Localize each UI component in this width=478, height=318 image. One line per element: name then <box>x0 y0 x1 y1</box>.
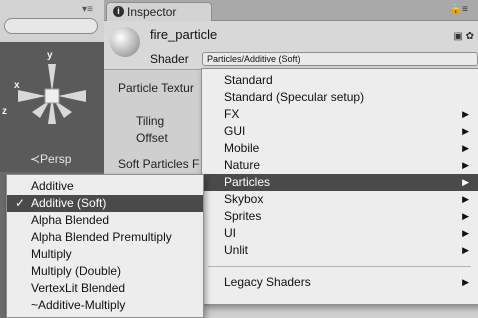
submenu-item-label: ~Additive-Multiply <box>31 298 126 312</box>
submenu-arrow-icon: ▶ <box>462 211 469 221</box>
submenu-arrow-icon: ▶ <box>462 109 469 119</box>
submenu-arrow-icon: ▶ <box>462 160 469 170</box>
scene-search-input[interactable] <box>4 18 98 34</box>
submenu-item-alpha-blended-premultiply[interactable]: Alpha Blended Premultiply <box>7 229 203 246</box>
submenu-arrow-icon: ▶ <box>462 177 469 187</box>
menu-item-nature[interactable]: Nature ▶ <box>202 157 478 174</box>
submenu-item-additive-soft[interactable]: ✓ Additive (Soft) <box>7 195 203 212</box>
submenu-arrow-icon: ▶ <box>462 126 469 136</box>
prop-tiling: Tiling <box>136 114 165 128</box>
menu-item-label: Standard (Specular setup) <box>224 90 365 104</box>
menu-item-label: FX <box>224 107 240 121</box>
menu-item-mobile[interactable]: Mobile ▶ <box>202 140 478 157</box>
menu-item-label: Particles <box>224 175 271 189</box>
particles-submenu: Additive ✓ Additive (Soft) Alpha Blended… <box>6 174 204 318</box>
menu-item-label: UI <box>224 226 236 240</box>
menu-item-unlit[interactable]: Unlit ▶ <box>202 242 478 259</box>
menu-item-standard-specular[interactable]: Standard (Specular setup) <box>202 89 478 106</box>
checkmark-icon: ✓ <box>15 196 26 210</box>
material-preview-icon <box>110 27 140 57</box>
submenu-item-multiply[interactable]: Multiply <box>7 246 203 263</box>
scene-gizmo-area[interactable]: y x z ≺Persp <box>0 42 104 172</box>
submenu-item-label: Multiply <box>31 247 72 261</box>
inspector-tab-bar: i Inspector 🔒≡ <box>104 0 478 21</box>
menu-item-label: Sprites <box>224 209 262 223</box>
submenu-item-label: Alpha Blended Premultiply <box>31 230 172 244</box>
gizmo-axis-z: z <box>2 106 7 117</box>
material-settings-icon[interactable]: ▣ ✿ <box>453 31 474 42</box>
gizmo-axis-y: y <box>47 50 53 61</box>
menu-item-label: Skybox <box>224 192 264 206</box>
scene-toolbar: ▾≡ <box>0 0 104 43</box>
prop-offset: Offset <box>136 131 168 145</box>
shader-label: Shader <box>150 52 189 66</box>
submenu-item-multiply-double[interactable]: Multiply (Double) <box>7 263 203 280</box>
shader-menu: Standard Standard (Specular setup) FX ▶ … <box>201 68 478 305</box>
submenu-item-label: Additive (Soft) <box>31 196 107 210</box>
submenu-item-label: VertexLit Blended <box>31 281 126 295</box>
submenu-item-vertexlit-blended[interactable]: VertexLit Blended <box>7 280 203 297</box>
info-icon: i <box>113 6 124 17</box>
submenu-item-label: Alpha Blended <box>31 213 110 227</box>
prop-particle-texture: Particle Textur <box>118 81 194 95</box>
submenu-arrow-icon: ▶ <box>462 228 469 238</box>
menu-item-particles[interactable]: Particles ▶ <box>202 174 478 191</box>
menu-item-fx[interactable]: FX ▶ <box>202 106 478 123</box>
gizmo-axis-x: x <box>14 80 20 91</box>
submenu-item-label: Additive <box>31 179 74 193</box>
menu-item-legacy-shaders[interactable]: Legacy Shaders ▶ <box>202 274 478 291</box>
menu-item-label: Unlit <box>224 243 249 257</box>
menu-item-label: GUI <box>224 124 246 138</box>
submenu-arrow-icon: ▶ <box>462 143 469 153</box>
menu-item-label: Legacy Shaders <box>224 275 311 289</box>
submenu-item-additive-multiply[interactable]: ~Additive-Multiply <box>7 297 203 314</box>
submenu-item-additive[interactable]: Additive <box>7 178 203 195</box>
menu-separator <box>208 266 471 267</box>
projection-label[interactable]: ≺Persp <box>30 152 71 166</box>
material-header: fire_particle Shader Particles/Additive … <box>104 21 478 70</box>
shader-dropdown[interactable]: Particles/Additive (Soft) <box>202 52 478 66</box>
menu-item-standard[interactable]: Standard <box>202 72 478 89</box>
submenu-item-alpha-blended[interactable]: Alpha Blended <box>7 212 203 229</box>
lock-icon[interactable]: 🔒≡ <box>450 4 468 15</box>
prop-soft-particles: Soft Particles F <box>118 157 200 171</box>
submenu-arrow-icon: ▶ <box>462 245 469 255</box>
submenu-item-label: Multiply (Double) <box>31 264 122 278</box>
menu-item-label: Standard <box>224 73 273 87</box>
submenu-arrow-icon: ▶ <box>462 194 469 204</box>
menu-item-label: Mobile <box>224 141 260 155</box>
tab-inspector-label: Inspector <box>127 5 177 19</box>
menu-item-sprites[interactable]: Sprites ▶ <box>202 208 478 225</box>
material-name: fire_particle <box>150 27 218 42</box>
submenu-arrow-icon: ▶ <box>462 277 469 287</box>
menu-item-gui[interactable]: GUI ▶ <box>202 123 478 140</box>
menu-item-skybox[interactable]: Skybox ▶ <box>202 191 478 208</box>
panel-menu-icon[interactable]: ▾≡ <box>82 4 93 15</box>
menu-item-label: Nature <box>224 158 261 172</box>
tab-inspector[interactable]: i Inspector <box>106 2 212 21</box>
menu-item-ui[interactable]: UI ▶ <box>202 225 478 242</box>
